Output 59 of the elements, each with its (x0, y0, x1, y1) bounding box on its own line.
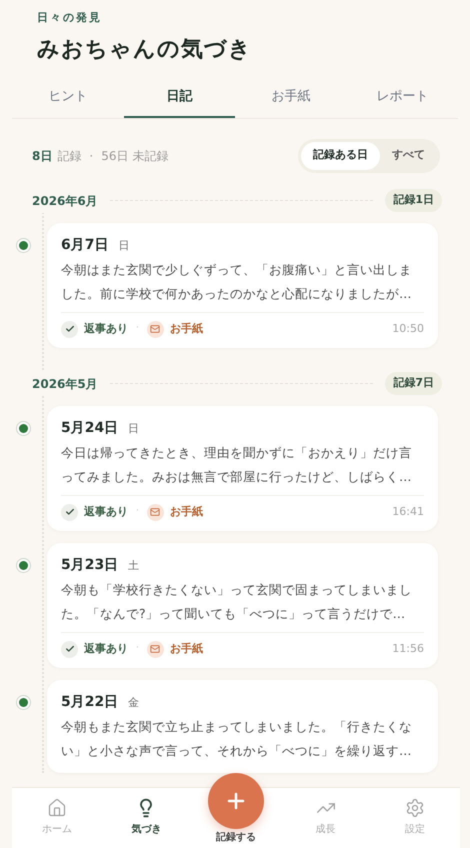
month-badge: 記録7日 (385, 372, 442, 395)
reply-status: 返事あり (84, 504, 128, 520)
page-title: みおちゃんの気づき (37, 36, 253, 64)
entry-date: 6月7日 (61, 236, 108, 254)
entry-weekday: 土 (128, 558, 140, 574)
entry-text: 今朝もまた玄関で立ち止まってしまいました。「行きたくない」と小さな声で言って、それから「べつに」を繰り返す… (61, 718, 413, 760)
check-icon (61, 504, 78, 520)
entry-time: 10:50 (392, 320, 424, 337)
entry-text: 今朝はまた玄関で少しぐずって、「お腹痛い」と言い出しました。前に学校で何かあったのかなと心配になりましたが… (61, 260, 413, 302)
mail-icon (146, 640, 164, 658)
nav-label: 記録する (216, 830, 256, 845)
month-heading: 2026年6月 (32, 192, 98, 210)
reply-status: 返事あり (84, 320, 128, 337)
filter-option[interactable]: すべて (380, 142, 437, 170)
filter-option[interactable]: 記録ある日 (301, 142, 380, 170)
recorded-count: 8日 (32, 148, 52, 164)
separator-dot: · (136, 322, 139, 336)
entry-date: 5月24日 (61, 418, 118, 438)
entry-weekday: 日 (128, 420, 140, 436)
tab[interactable]: お手紙 (235, 78, 346, 118)
separator-dot: · (136, 505, 139, 518)
entry-time: 16:41 (392, 504, 424, 520)
home-icon (46, 798, 67, 818)
check-icon (61, 320, 78, 338)
diary-card[interactable]: 5月22日 金 今朝もまた玄関で立ち止まってしまいました。「行きたくない」と小さな声で言って、それから「べつに」を繰り返す… (47, 680, 438, 772)
entry-text: 今日は帰ってきたとき、理由を聞かずに「おかえり」だけ言ってみました。みおは無言で部屋に行ったけど、しばらく… (61, 444, 413, 486)
entry-time: 11:56 (392, 640, 424, 657)
diary-card[interactable]: 5月23日 土 今朝も「学校行きたくない」って玄関で固まってしまいました。「なんで?」って聞いても「べつに」って言うだけで… 返事あり · お手紙 11:56 (47, 542, 438, 668)
eyebrow-label: 日々の発見 (37, 10, 103, 26)
check-icon (61, 640, 78, 658)
entry-date: 5月23日 (61, 556, 118, 574)
mail-icon (146, 320, 164, 338)
entry-weekday: 金 (128, 694, 140, 710)
reply-status: 返事あり (84, 640, 128, 657)
diary-card[interactable]: 5月24日 日 今日は帰ってきたとき、理由を聞かずに「おかえり」だけ言ってみました。みおは無言で部屋に行ったけど、しばらく… 返事あり · お手紙 16:41 (47, 406, 438, 530)
month-heading: 2026年5月 (32, 376, 98, 392)
entry-text: 今朝も「学校行きたくない」って玄関で固まってしまいました。「なんで?」って聞いても「べつに」って言うだけで… (61, 580, 413, 622)
timeline-dot (16, 238, 31, 252)
timeline-dot (16, 420, 31, 436)
separator-dot: · (89, 148, 94, 164)
settings-icon (405, 798, 426, 818)
letter-label: お手紙 (170, 320, 203, 337)
recorded-label: 記録 (57, 148, 82, 164)
diary-card[interactable]: 6月7日 日 今朝はまた玄関で少しぐずって、「お腹痛い」と言い出しました。前に学校で何かあったのかなと心配になりましたが… 返事あり · お手紙 10:50 (47, 222, 438, 348)
month-badge: 記録1日 (385, 189, 442, 212)
letter-label: お手紙 (170, 640, 203, 657)
letter-label: お手紙 (170, 504, 203, 520)
mail-icon (146, 504, 164, 520)
unrecorded-count: 56日 未記録 (101, 148, 168, 164)
tab[interactable]: 日記 (124, 78, 235, 118)
entry-weekday: 日 (118, 238, 130, 254)
timeline-dot (16, 694, 31, 710)
nav-tab[interactable]: 気づき (102, 788, 192, 848)
entry-date: 5月22日 (61, 692, 118, 712)
add-record-button[interactable] (208, 773, 264, 829)
tab[interactable]: ヒント (12, 78, 124, 118)
timeline-dot (16, 558, 31, 572)
separator-dot: · (136, 642, 139, 656)
tab[interactable]: レポート (346, 78, 458, 118)
